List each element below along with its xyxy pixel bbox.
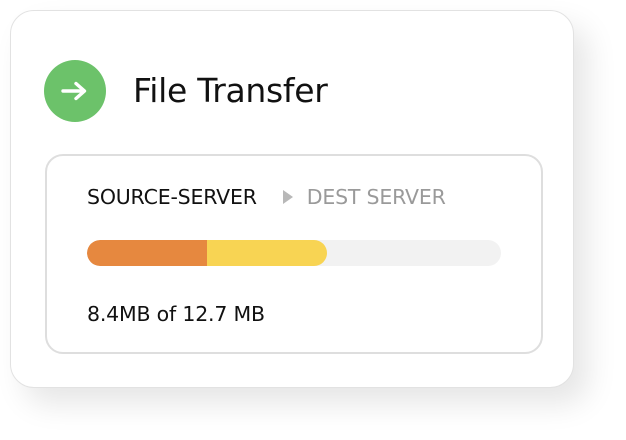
progress-fill (87, 240, 328, 266)
destination-server-label: DEST SERVER (306, 185, 446, 209)
card-title: File Transfer (133, 71, 328, 110)
caret-right-icon (282, 190, 293, 204)
transfer-route: SOURCE-SERVER DEST SERVER (87, 182, 446, 212)
progress-segment-secondary (207, 240, 328, 266)
arrow-right-icon (44, 60, 106, 122)
file-transfer-card: File Transfer SOURCE-SERVER DEST SERVER … (10, 10, 574, 388)
source-server-label: SOURCE-SERVER (87, 185, 257, 209)
transfer-size-text: 8.4MB of 12.7 MB (87, 302, 265, 326)
transfer-details: SOURCE-SERVER DEST SERVER 8.4MB of 12.7 … (45, 154, 543, 354)
progress-bar (87, 240, 501, 266)
progress-segment-primary (87, 240, 208, 266)
